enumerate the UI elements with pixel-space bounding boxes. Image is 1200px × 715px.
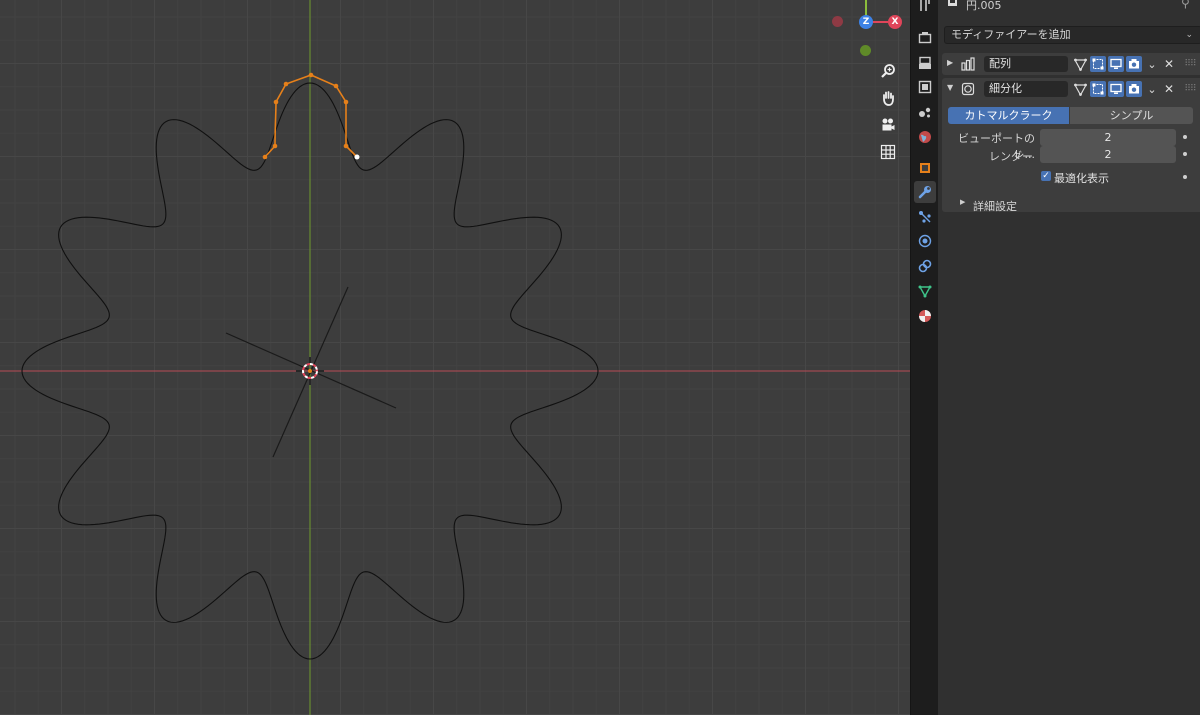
physics-icon[interactable] (914, 230, 936, 252)
material-icon[interactable] (914, 305, 936, 327)
constraints-icon[interactable] (914, 255, 936, 277)
world-icon[interactable] (914, 126, 936, 148)
edit-mode-icon[interactable] (1090, 81, 1106, 97)
keyframe-dot-icon[interactable] (1183, 152, 1187, 156)
expand-arrow-icon[interactable]: ▶ (947, 58, 953, 67)
viewport-scene (0, 0, 910, 715)
add-modifier-dropdown[interactable]: モディファイアーを追加 ⌄ (944, 26, 1200, 44)
3d-viewport[interactable]: Z X (0, 0, 910, 715)
render-levels-label: レンダー (989, 150, 1033, 163)
viewport-display-icon[interactable] (1108, 81, 1124, 97)
selected-curve-segment (262, 72, 360, 160)
3d-cursor-icon (296, 357, 324, 385)
collapse-arrow-icon[interactable]: ▼ (947, 83, 953, 92)
edit-mode-icon[interactable] (1090, 56, 1106, 72)
optimal-display-label: 最適化表示 (1054, 172, 1109, 185)
view-layer-icon[interactable] (914, 76, 936, 98)
mode-simple-button[interactable]: シンプル (1070, 107, 1193, 124)
output-icon[interactable] (914, 52, 936, 74)
array-modifier-icon (961, 57, 975, 74)
add-modifier-label: モディファイアーを追加 (951, 28, 1071, 41)
close-icon[interactable]: ✕ (1161, 56, 1177, 72)
drag-handle-icon[interactable]: ⠿⠿ (1182, 56, 1198, 72)
render-camera-icon[interactable] (1126, 81, 1142, 97)
properties-tab-column (910, 0, 939, 715)
array-modifier-name-field[interactable]: 配列 (984, 56, 1068, 72)
chevron-down-icon[interactable]: ⌄ (1144, 81, 1160, 97)
subdivision-modifier-icon (961, 82, 975, 99)
expand-arrow-icon[interactable]: ▶ (960, 198, 965, 206)
gizmo-z-axis-icon[interactable]: Z (859, 15, 873, 29)
gizmo-x-axis-icon[interactable]: X (888, 15, 902, 29)
gizmo-neg-x-icon[interactable] (832, 16, 843, 27)
gizmo-neg-y-icon[interactable] (860, 45, 871, 56)
viewport-levels-field[interactable]: 2 (1040, 129, 1176, 146)
camera-icon[interactable] (876, 113, 900, 137)
hand-pan-icon[interactable] (876, 86, 900, 110)
modifier-wrench-icon[interactable] (914, 181, 936, 203)
modifier-panel-array: ▶ 配列 ⌄ ✕ ⠿⠿ (942, 53, 1200, 75)
optimal-display-checkbox[interactable]: ✓ (1041, 171, 1051, 181)
subdivision-modifier-name-field[interactable]: 細分化 (984, 81, 1068, 97)
render-camera-icon[interactable] (1126, 56, 1142, 72)
zoom-icon[interactable] (876, 59, 900, 83)
chevron-down-icon[interactable]: ⌄ (1144, 56, 1160, 72)
chevron-down-icon: ⌄ (1185, 30, 1193, 40)
mode-catmull-clark-button[interactable]: カトマルクラーク (948, 107, 1069, 124)
render-levels-field[interactable]: 2 (1040, 146, 1176, 163)
tool-icon[interactable] (914, 0, 936, 16)
keyframe-dot-icon[interactable] (1183, 135, 1187, 139)
data-icon[interactable] (914, 280, 936, 302)
scene-icon[interactable] (914, 101, 936, 123)
edit-cage-icon[interactable] (1072, 56, 1088, 72)
render-icon[interactable] (914, 27, 936, 49)
advanced-settings-label[interactable]: 詳細設定 (973, 198, 1017, 214)
keyframe-dot-icon[interactable] (1183, 175, 1187, 179)
viewport-display-icon[interactable] (1108, 56, 1124, 72)
object-name: 円.005 (966, 0, 1002, 12)
particles-icon[interactable] (914, 206, 936, 228)
drag-handle-icon[interactable]: ⠿⠿ (1182, 81, 1198, 97)
object-data-icon (947, 0, 959, 11)
pin-icon[interactable]: ⚲ (1181, 0, 1190, 10)
grid-icon[interactable] (876, 140, 900, 164)
object-icon[interactable] (914, 157, 936, 179)
edit-cage-icon[interactable] (1072, 81, 1088, 97)
close-icon[interactable]: ✕ (1161, 81, 1177, 97)
